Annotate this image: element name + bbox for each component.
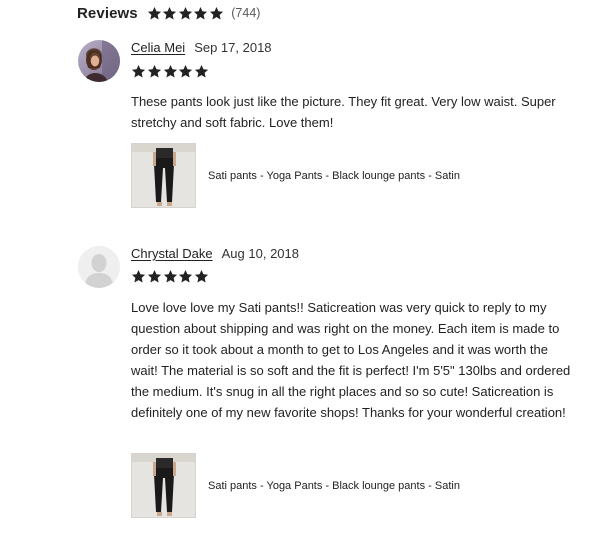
review-text: Love love love my Sati pants!! Saticreat… (131, 300, 571, 420)
product-title[interactable]: Sati pants - Yoga Pants - Black lounge p… (208, 170, 460, 182)
star-icon (195, 64, 209, 78)
star-icon (131, 269, 146, 283)
overall-rating-stars (147, 6, 225, 21)
star-icon (209, 6, 223, 19)
review-text: These pants look just like the picture. … (131, 94, 556, 130)
reviews-header: Reviews (744) (77, 3, 260, 23)
review-date: Aug 10, 2018 (221, 246, 299, 261)
black-pants-thumbnail[interactable] (131, 143, 196, 208)
default-person-icon (78, 246, 120, 288)
user-photo-icon (78, 40, 120, 82)
review-meta: Chrystal Dake Aug 10, 2018 (131, 246, 299, 261)
star-icon (147, 64, 161, 78)
review-meta: Celia Mei Sep 17, 2018 (131, 40, 272, 55)
star-icon (163, 64, 177, 78)
star-icon (163, 269, 177, 283)
reviews-count[interactable]: (744) (231, 6, 260, 20)
reviewer-name-link[interactable]: Chrystal Dake (131, 246, 213, 261)
star-icon (178, 6, 192, 19)
avatar[interactable] (78, 40, 120, 82)
star-icon (195, 269, 209, 283)
star-icon (179, 64, 193, 78)
star-icon (147, 6, 161, 19)
avatar[interactable] (78, 246, 120, 288)
black-pants-thumbnail[interactable] (131, 453, 196, 518)
reviewer-name-link[interactable]: Celia Mei (131, 40, 185, 55)
review-rating-stars (131, 269, 210, 284)
reviews-title: Reviews (77, 4, 138, 22)
review-date: Sep 17, 2018 (194, 40, 272, 55)
product-link[interactable]: Sati pants - Yoga Pants - Black lounge p… (131, 143, 460, 208)
review-rating-stars (131, 64, 210, 79)
pants-image-icon (132, 144, 195, 207)
pants-image-icon (132, 454, 195, 517)
star-icon (131, 64, 146, 78)
product-link[interactable]: Sati pants - Yoga Pants - Black lounge p… (131, 453, 460, 518)
star-icon (147, 269, 161, 283)
star-icon (163, 6, 177, 19)
product-title[interactable]: Sati pants - Yoga Pants - Black lounge p… (208, 480, 460, 492)
star-icon (179, 269, 193, 283)
star-icon (194, 6, 208, 19)
